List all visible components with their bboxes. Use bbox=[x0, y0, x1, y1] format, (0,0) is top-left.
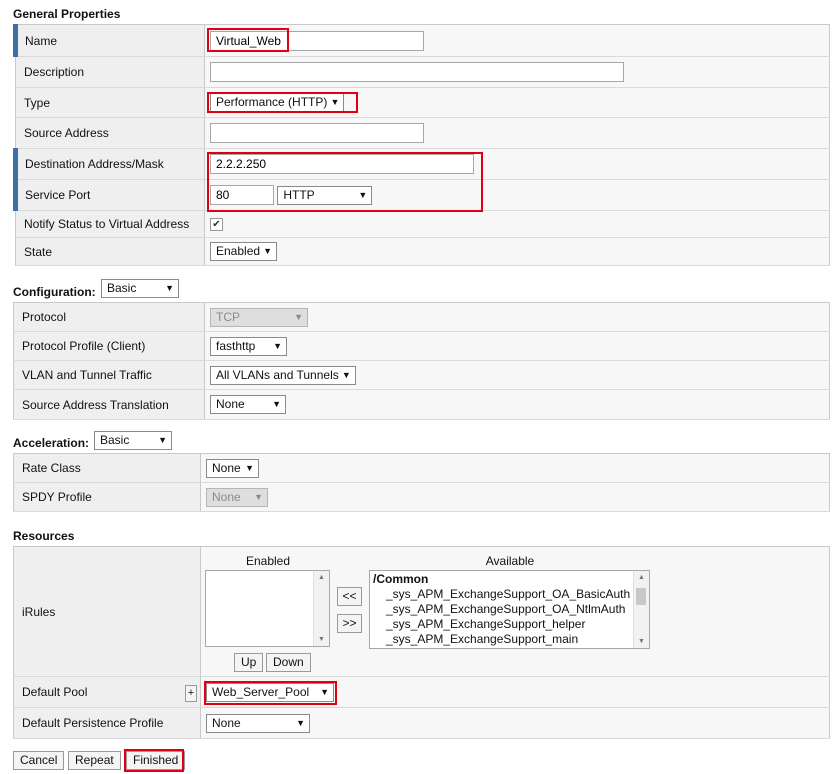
available-header: Available bbox=[485, 554, 535, 568]
service-port-input[interactable] bbox=[210, 185, 274, 205]
irules-label: iRules bbox=[13, 546, 201, 677]
chevron-down-icon: ▼ bbox=[320, 687, 329, 697]
type-label: Type bbox=[15, 87, 205, 118]
scroll-up-icon[interactable]: ▲ bbox=[314, 574, 329, 581]
rate-class-select[interactable]: None ▼ bbox=[206, 458, 259, 478]
notify-status-label: Notify Status to Virtual Address bbox=[15, 210, 205, 238]
move-left-button[interactable]: << bbox=[337, 587, 362, 606]
repeat-button[interactable]: Repeat bbox=[68, 751, 121, 770]
chevron-down-icon: ▼ bbox=[263, 246, 273, 256]
available-irules-list[interactable]: /Common _sys_APM_ExchangeSupport_OA_Basi… bbox=[369, 570, 650, 649]
spdy-profile-select: None ▼ bbox=[206, 487, 268, 507]
source-address-input[interactable] bbox=[210, 123, 424, 143]
down-button[interactable]: Down bbox=[266, 653, 311, 672]
row-default-pool: Default Pool bbox=[13, 676, 830, 708]
chevron-down-icon: ▼ bbox=[294, 311, 303, 322]
service-port-select[interactable]: HTTP ▼ bbox=[277, 185, 373, 205]
state-label: State bbox=[15, 237, 205, 266]
service-port-label: Service Port bbox=[13, 179, 205, 211]
vlan-select[interactable]: All VLANs and Tunnels ▼ bbox=[210, 365, 356, 385]
row-protocol: Protocol TCP ▼ bbox=[13, 302, 830, 332]
name-input[interactable] bbox=[210, 30, 424, 51]
row-spdy-profile: SPDY Profile None ▼ bbox=[13, 482, 830, 512]
acceleration-mode-select[interactable]: Basic ▼ bbox=[94, 431, 172, 450]
scroll-down-icon[interactable]: ▼ bbox=[314, 636, 329, 643]
chevron-down-icon: ▼ bbox=[330, 97, 340, 107]
vlan-label: VLAN and Tunnel Traffic bbox=[13, 360, 205, 390]
available-list-scrollbar[interactable]: ▲ ▼ bbox=[633, 571, 649, 648]
chevron-down-icon: ▼ bbox=[296, 717, 305, 728]
chevron-down-icon: ▼ bbox=[245, 462, 254, 473]
snat-label: Source Address Translation bbox=[13, 389, 205, 420]
chevron-down-icon: ▼ bbox=[273, 340, 282, 351]
protocol-select: TCP ▼ bbox=[210, 307, 308, 327]
row-type: Type Performance (HTTP) ▼ bbox=[15, 87, 830, 118]
add-pool-button[interactable]: + bbox=[185, 685, 197, 702]
enabled-irules-list[interactable]: ▲ ▼ bbox=[205, 570, 330, 647]
general-properties-table: Name Description Type Performance (HTTP)… bbox=[13, 24, 830, 266]
destination-label: Destination Address/Mask bbox=[13, 148, 205, 180]
source-address-label: Source Address bbox=[15, 117, 205, 149]
row-source-address: Source Address bbox=[15, 117, 830, 149]
up-button[interactable]: Up bbox=[234, 653, 264, 672]
destination-input[interactable] bbox=[210, 154, 474, 174]
protocol-profile-select[interactable]: fasthttp ▼ bbox=[210, 336, 287, 356]
spdy-profile-label: SPDY Profile bbox=[13, 482, 201, 512]
configuration-table: Protocol TCP ▼ Protocol Profile (Client) … bbox=[13, 302, 830, 420]
list-item[interactable]: /Common bbox=[373, 572, 428, 587]
row-rate-class: Rate Class None ▼ bbox=[13, 453, 830, 483]
notify-status-checkbox[interactable]: ✔ bbox=[210, 218, 223, 232]
row-vlan: VLAN and Tunnel Traffic All VLANs and Tu… bbox=[13, 360, 830, 390]
acceleration-table: Rate Class None ▼ SPDY Profile None ▼ bbox=[13, 453, 830, 512]
row-description: Description bbox=[15, 56, 830, 88]
chevron-down-icon: ▼ bbox=[272, 399, 281, 409]
chevron-down-icon: ▼ bbox=[358, 189, 368, 200]
enabled-list-scrollbar[interactable]: ▲ ▼ bbox=[313, 571, 329, 646]
finished-button[interactable]: Finished bbox=[126, 751, 186, 770]
protocol-label: Protocol bbox=[13, 302, 205, 332]
resources-title: Resources bbox=[13, 529, 75, 543]
description-label: Description bbox=[15, 56, 205, 88]
snat-select[interactable]: None ▼ bbox=[210, 395, 286, 414]
row-service-port: Service Port HTTP▼ bbox=[13, 179, 830, 211]
chevron-down-icon: ▼ bbox=[341, 369, 351, 380]
general-properties-title: General Properties bbox=[13, 7, 121, 21]
acceleration-title: Acceleration: bbox=[13, 436, 90, 450]
row-persistence: Default Persistence Profile None ▼ bbox=[13, 707, 830, 739]
state-select[interactable]: Enabled ▼ bbox=[210, 242, 278, 261]
row-state: State Enabled ▼ bbox=[15, 237, 830, 266]
configuration-mode-select[interactable]: Basic ▼ bbox=[101, 279, 179, 298]
list-item[interactable]: _sys_APM_ExchangeSupport_OA_BasicAuth bbox=[386, 587, 630, 602]
persistence-select[interactable]: None ▼ bbox=[206, 713, 310, 733]
row-name: Name bbox=[13, 24, 830, 57]
default-pool-select[interactable]: Web_Server_Pool ▼ bbox=[206, 683, 334, 702]
move-right-button[interactable]: >> bbox=[337, 614, 362, 633]
scroll-down-icon[interactable]: ▼ bbox=[634, 638, 649, 645]
description-input[interactable] bbox=[210, 62, 624, 82]
row-protocol-profile: Protocol Profile (Client) fasthttp ▼ bbox=[13, 331, 830, 361]
row-notify-status: Notify Status to Virtual Address ✔ bbox=[15, 210, 830, 238]
chevron-down-icon: ▼ bbox=[158, 435, 167, 445]
enabled-header: Enabled bbox=[245, 554, 291, 568]
chevron-down-icon: ▼ bbox=[254, 491, 263, 502]
type-select[interactable]: Performance (HTTP) ▼ bbox=[210, 93, 345, 112]
cancel-button[interactable]: Cancel bbox=[13, 751, 65, 770]
configuration-title: Configuration: bbox=[13, 285, 96, 299]
list-item[interactable]: _sys_APM_ExchangeSupport_helper bbox=[386, 617, 585, 632]
list-item[interactable]: _sys_APM_ExchangeSupport_OA_NtlmAuth bbox=[386, 602, 625, 617]
scroll-up-icon[interactable]: ▲ bbox=[634, 574, 649, 581]
row-destination: Destination Address/Mask bbox=[13, 148, 830, 180]
chevron-down-icon: ▼ bbox=[165, 283, 174, 293]
scroll-thumb[interactable] bbox=[636, 588, 646, 605]
protocol-profile-label: Protocol Profile (Client) bbox=[13, 331, 205, 361]
name-label: Name bbox=[13, 24, 205, 57]
list-item[interactable]: _sys_APM_ExchangeSupport_main bbox=[386, 632, 578, 647]
default-pool-label: Default Pool bbox=[13, 676, 201, 708]
row-snat: Source Address Translation None ▼ bbox=[13, 389, 830, 420]
persistence-label: Default Persistence Profile bbox=[13, 707, 201, 739]
rate-class-label: Rate Class bbox=[13, 453, 201, 483]
